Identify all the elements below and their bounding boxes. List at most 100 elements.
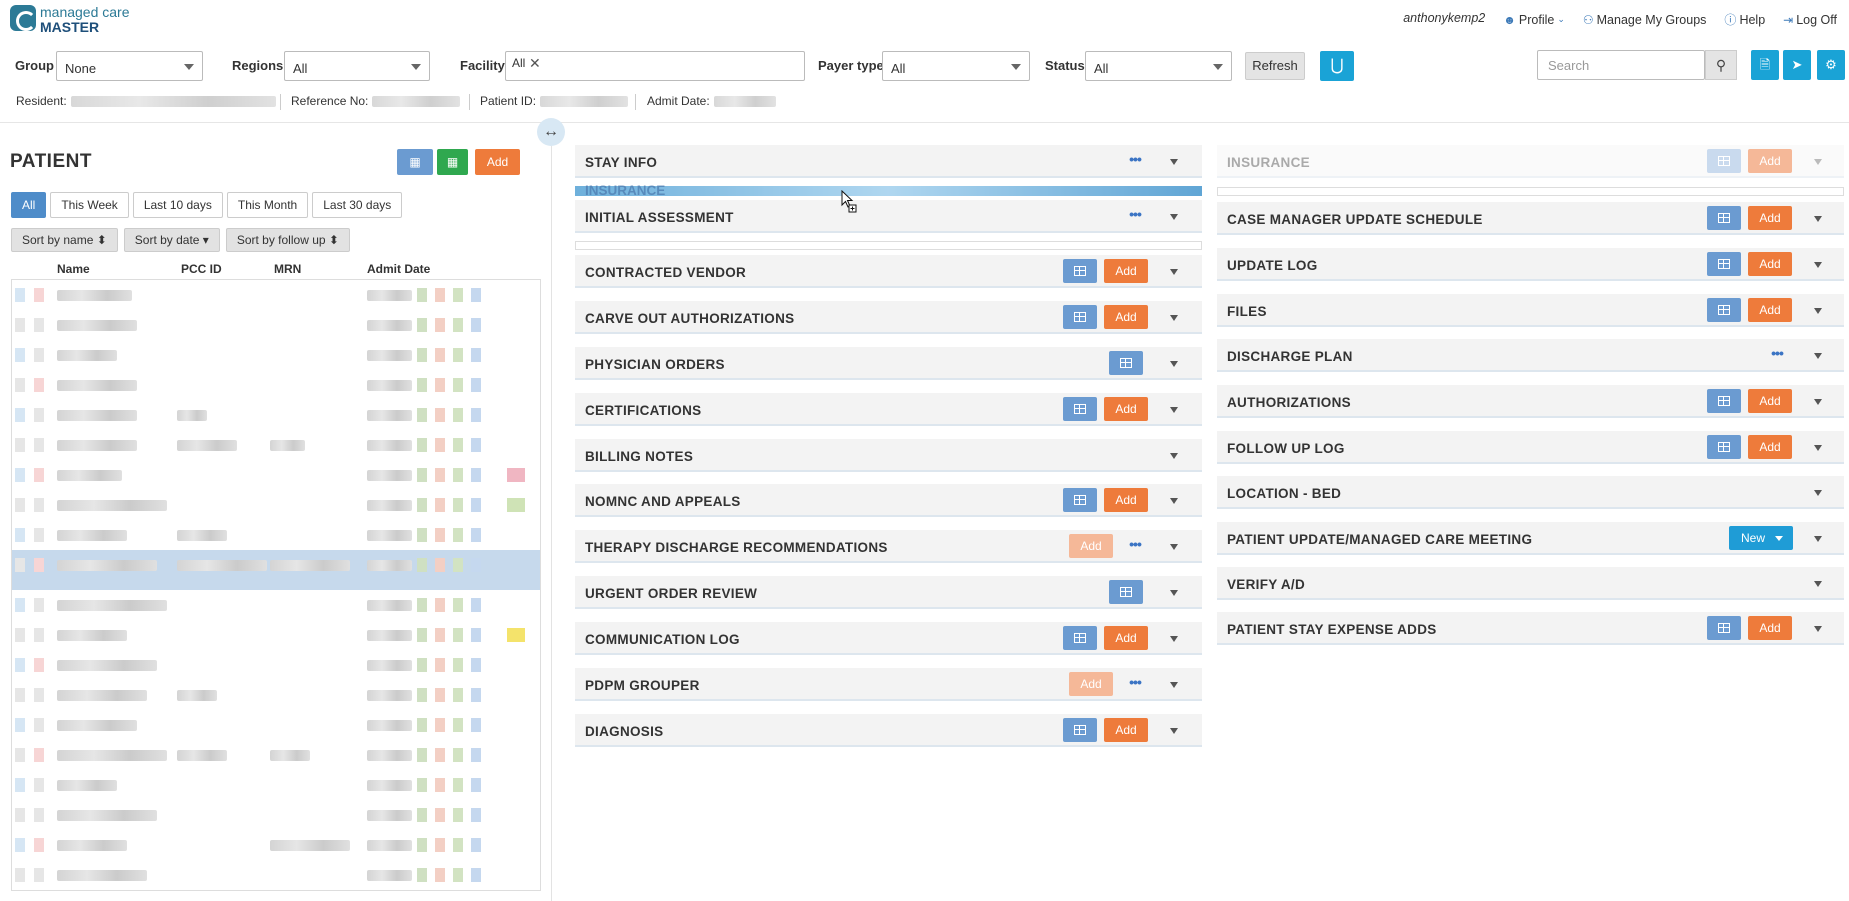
panel-resize-handle[interactable]: ↔ <box>537 118 565 146</box>
add-button[interactable]: Add <box>1104 626 1148 650</box>
table-row[interactable] <box>12 520 540 550</box>
grid-view-icon[interactable] <box>1707 389 1741 413</box>
add-button[interactable]: Add <box>1104 488 1148 512</box>
section-urgent-order-review[interactable]: URGENT ORDER REVIEW <box>575 576 1202 609</box>
help-link[interactable]: ⓘ Help <box>1724 11 1765 28</box>
section-therapy-discharge-recommendations[interactable]: THERAPY DISCHARGE RECOMMENDATIONS Add ••… <box>575 530 1202 563</box>
section-authorizations[interactable]: AUTHORIZATIONS Add <box>1217 385 1844 418</box>
caret-down-icon[interactable] <box>1814 490 1822 496</box>
more-options-icon[interactable]: ••• <box>1125 206 1145 222</box>
grid-view-icon[interactable] <box>1707 149 1741 173</box>
column-admit-date[interactable]: Admit Date <box>367 262 430 276</box>
status-select[interactable]: All <box>1085 51 1232 81</box>
caret-down-icon[interactable] <box>1814 308 1822 314</box>
table-row[interactable] <box>12 860 540 890</box>
caret-down-icon[interactable] <box>1814 626 1822 632</box>
regions-select[interactable]: All <box>284 51 430 81</box>
patient-grid-view-button[interactable]: ▦ <box>397 149 433 175</box>
add-button-disabled[interactable]: Add <box>1748 149 1792 173</box>
table-row[interactable] <box>12 460 540 490</box>
caret-down-icon[interactable] <box>1814 353 1822 359</box>
add-button[interactable]: Add <box>1104 305 1148 329</box>
range-tab-last-30-days[interactable]: Last 30 days <box>312 192 403 218</box>
add-button-disabled[interactable]: Add <box>1069 672 1113 696</box>
table-row[interactable] <box>12 310 540 340</box>
section-discharge-plan[interactable]: DISCHARGE PLAN ••• <box>1217 339 1844 372</box>
table-row[interactable] <box>12 490 540 520</box>
grid-view-icon[interactable] <box>1707 298 1741 322</box>
add-button[interactable]: Add <box>1748 389 1792 413</box>
table-row[interactable] <box>12 680 540 710</box>
logoff-link[interactable]: ⇥ Log Off <box>1783 11 1837 28</box>
section-contracted-vendor[interactable]: CONTRACTED VENDOR Add <box>575 255 1202 288</box>
column-name[interactable]: Name <box>57 262 90 276</box>
section-certifications[interactable]: CERTIFICATIONS Add <box>575 393 1202 426</box>
manage-groups-link[interactable]: ⚇ Manage My Groups <box>1583 11 1707 28</box>
grid-view-icon[interactable] <box>1707 616 1741 640</box>
caret-down-icon[interactable] <box>1814 262 1822 268</box>
patient-add-button[interactable]: Add <box>475 149 520 175</box>
caret-down-icon[interactable] <box>1170 407 1178 413</box>
caret-down-icon[interactable] <box>1170 498 1178 504</box>
caret-down-icon[interactable] <box>1170 682 1178 688</box>
section-patient-stay-expense-adds[interactable]: PATIENT STAY EXPENSE ADDS Add <box>1217 612 1844 645</box>
refresh-button[interactable]: Refresh <box>1245 52 1305 80</box>
add-button[interactable]: Add <box>1748 616 1792 640</box>
grid-view-icon[interactable] <box>1063 305 1097 329</box>
caret-down-icon[interactable] <box>1170 544 1178 550</box>
grid-view-icon[interactable] <box>1063 488 1097 512</box>
section-files[interactable]: FILES Add <box>1217 294 1844 327</box>
table-row[interactable] <box>12 770 540 800</box>
clear-filter-button[interactable]: ⋃ <box>1320 51 1354 81</box>
add-button[interactable]: Add <box>1748 206 1792 230</box>
search-input[interactable] <box>1537 50 1705 80</box>
grid-view-icon[interactable] <box>1063 259 1097 283</box>
range-tab-this-month[interactable]: This Month <box>226 192 309 218</box>
section-diagnosis[interactable]: DIAGNOSIS Add <box>575 714 1202 747</box>
grid-view-icon[interactable] <box>1707 435 1741 459</box>
table-row[interactable] <box>12 800 540 830</box>
table-row[interactable] <box>12 830 540 860</box>
section-patient-update-managed-care-meeting[interactable]: PATIENT UPDATE/MANAGED CARE MEETING New <box>1217 522 1844 555</box>
more-options-icon[interactable]: ••• <box>1767 345 1787 361</box>
section-case-manager-update-schedule[interactable]: CASE MANAGER UPDATE SCHEDULE Add <box>1217 202 1844 235</box>
payer-type-select[interactable]: All <box>882 51 1030 81</box>
pdf-export-button[interactable]: 🗎 <box>1751 50 1779 80</box>
table-row[interactable] <box>12 430 540 460</box>
table-row[interactable] <box>12 650 540 680</box>
table-row[interactable] <box>12 280 540 310</box>
section-nomnc-and-appeals[interactable]: NOMNC AND APPEALS Add <box>575 484 1202 517</box>
caret-down-icon[interactable] <box>1814 581 1822 587</box>
caret-down-icon[interactable] <box>1170 214 1178 220</box>
table-row[interactable] <box>12 340 540 370</box>
section-insurance-dragging[interactable]: INSURANCE Add <box>1217 145 1844 178</box>
caret-down-icon[interactable] <box>1814 445 1822 451</box>
add-button[interactable]: Add <box>1748 298 1792 322</box>
section-pdpm-grouper[interactable]: PDPM GROUPER Add ••• <box>575 668 1202 701</box>
caret-down-icon[interactable] <box>1170 159 1178 165</box>
section-follow-up-log[interactable]: FOLLOW UP LOG Add <box>1217 431 1844 464</box>
caret-down-icon[interactable] <box>1170 590 1178 596</box>
remove-chip-icon[interactable]: ✕ <box>529 55 541 72</box>
table-row[interactable] <box>12 710 540 740</box>
sort-by-follow-up-button[interactable]: Sort by follow up ⬍ <box>225 228 350 252</box>
table-row[interactable] <box>12 370 540 400</box>
section-verify-ad[interactable]: VERIFY A/D <box>1217 567 1844 600</box>
section-location-bed[interactable]: LOCATION - BED <box>1217 476 1844 509</box>
grid-view-icon[interactable] <box>1707 252 1741 276</box>
caret-down-icon[interactable] <box>1814 399 1822 405</box>
search-button[interactable]: ⚲ <box>1705 50 1737 80</box>
section-physician-orders[interactable]: PHYSICIAN ORDERS <box>575 347 1202 380</box>
grid-view-icon[interactable] <box>1063 397 1097 421</box>
caret-down-icon[interactable] <box>1814 159 1822 165</box>
caret-down-icon[interactable] <box>1170 315 1178 321</box>
section-initial-assessment[interactable]: INITIAL ASSESSMENT ••• <box>575 200 1202 233</box>
column-mrn[interactable]: MRN <box>274 262 301 276</box>
add-button[interactable]: Add <box>1104 397 1148 421</box>
new-dropdown-button[interactable]: New <box>1729 526 1793 550</box>
section-carve-out-authorizations[interactable]: CARVE OUT AUTHORIZATIONS Add <box>575 301 1202 334</box>
section-billing-notes[interactable]: BILLING NOTES <box>575 439 1202 472</box>
table-row[interactable] <box>12 400 540 430</box>
settings-button[interactable]: ⚙ <box>1817 50 1845 80</box>
add-button[interactable]: Add <box>1748 252 1792 276</box>
